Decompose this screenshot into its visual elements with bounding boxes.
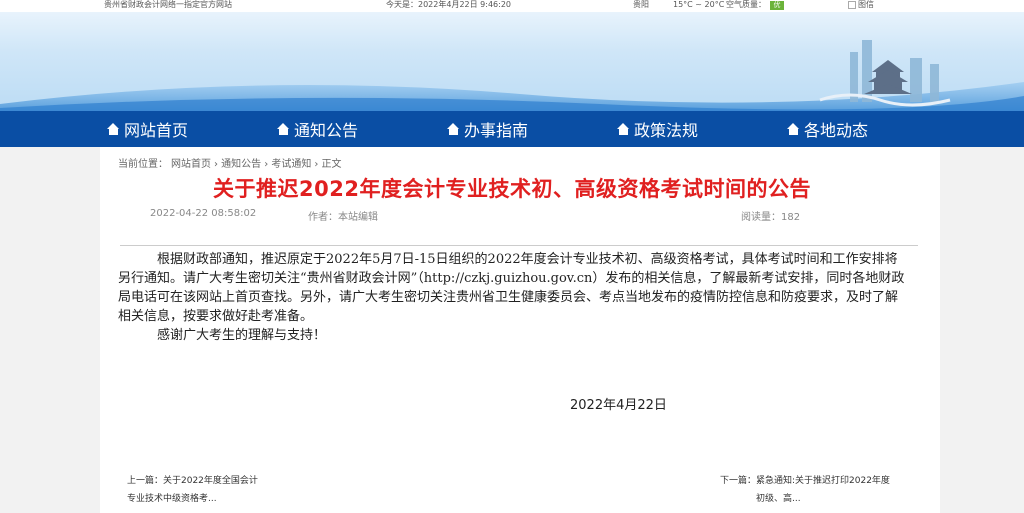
prev-article-link[interactable]: 上一篇：关于2022年度全国会计 专业技术中级资格考... [127, 472, 287, 508]
broken-image: 图信 [848, 0, 874, 10]
air-quality-label: 空气质量： [726, 0, 766, 9]
weather-city: 贵阳 [633, 0, 649, 9]
nav-home[interactable]: 网站首页 [107, 111, 277, 147]
site-name[interactable]: 贵州省财政会计网络一指定官方网站 [104, 0, 232, 10]
current-date: 今天是：2022年4月22日 9:46:20 [386, 0, 512, 9]
air-quality-badge: 优 [770, 1, 784, 10]
breadcrumb-home[interactable]: 网站首页 [171, 159, 211, 170]
article-paragraph: 根据财政部通知，推迟原定于2022年5月7日-15日组织的2022年度会计专业技… [118, 252, 905, 324]
home-icon [277, 123, 290, 135]
home-icon [787, 123, 800, 135]
home-icon [447, 123, 460, 135]
nav-local-news[interactable]: 各地动态 [787, 111, 957, 147]
divider [120, 245, 918, 246]
banner-artwork [0, 40, 1024, 111]
article-paragraph: 感谢广大考生的理解与支持！ [157, 328, 327, 343]
article-reads: 阅读量：182 [741, 212, 801, 223]
nav-guide[interactable]: 办事指南 [447, 111, 617, 147]
article-author: 作者：本站编辑 [308, 212, 378, 223]
article-date: 2022-04-22 08:58:02 [150, 208, 257, 219]
nav-notices[interactable]: 通知公告 [277, 111, 447, 147]
nav-policy[interactable]: 政策法规 [617, 111, 787, 147]
breadcrumb-label: 当前位置： [118, 159, 168, 170]
weather-temperature: 15°C ~ 20°C [673, 0, 725, 9]
article-body: 根据财政部通知，推迟原定于2022年5月7日-15日组织的2022年度会计专业技… [118, 250, 908, 345]
breadcrumb-notices[interactable]: › 通知公告 [214, 159, 261, 170]
breadcrumb-current: › 正文 [314, 159, 342, 170]
top-bar: 贵州省财政会计网络一指定官方网站 今天是：2022年4月22日 9:46:20 … [0, 0, 1024, 12]
breadcrumb: 当前位置： 网站首页 › 通知公告 › 考试通知 › 正文 [118, 155, 345, 170]
home-icon [617, 123, 630, 135]
breadcrumb-exam[interactable]: › 考试通知 [264, 159, 311, 170]
main-nav: 网站首页 通知公告 办事指南 政策法规 各地动态 [0, 111, 1024, 147]
article-title: 关于推迟2022年度会计专业技术初、高级资格考试时间的公告 [213, 177, 811, 201]
home-icon [107, 123, 120, 135]
image-icon [848, 1, 856, 9]
header-banner [0, 12, 1024, 111]
next-article-link[interactable]: 下一篇：紧急通知:关于推迟打印2022年度 初级、高... [720, 472, 910, 508]
signature-date: 2022年4月22日 [570, 398, 667, 413]
